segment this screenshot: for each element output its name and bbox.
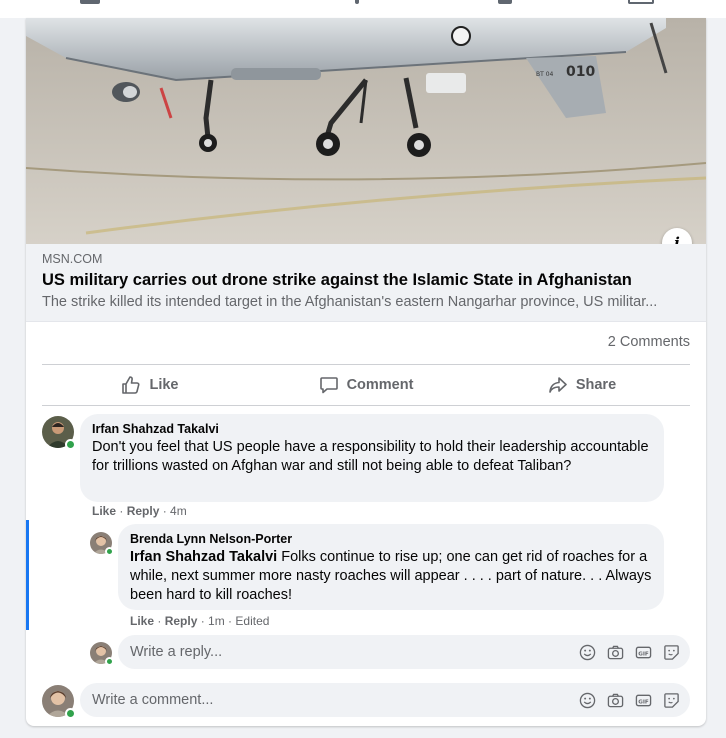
nav-icon-fragment[interactable] [498, 0, 512, 4]
gif-icon[interactable]: GIF [634, 643, 652, 661]
avatar[interactable] [90, 532, 114, 556]
comment-text: Don't you feel that US people have a res… [92, 439, 649, 474]
online-indicator [65, 708, 76, 719]
sticker-icon[interactable] [662, 691, 680, 709]
online-indicator [105, 547, 114, 556]
comment-reply-link[interactable]: Reply [127, 504, 160, 518]
sticker-icon[interactable] [662, 643, 680, 661]
reply-input-placeholder[interactable]: Write a reply... [130, 644, 578, 660]
comment-bubble: Irfan Shahzad Takalvi Don't you feel tha… [80, 414, 664, 502]
like-label: Like [149, 377, 179, 393]
reply-meta: Like · Reply · 1m · Edited [130, 614, 270, 628]
camera-icon[interactable] [606, 643, 624, 661]
link-preview-meta[interactable]: MSN.COM US military carries out drone st… [26, 244, 706, 322]
comment-like-link[interactable]: Like [92, 504, 116, 518]
comment-meta: Like · Reply · 4m [92, 504, 187, 518]
online-indicator [65, 439, 76, 450]
reply-input[interactable]: Write a reply... GIF [118, 635, 690, 669]
svg-text:010: 010 [566, 64, 595, 80]
share-label: Share [575, 377, 617, 393]
comment-input-placeholder[interactable]: Write a comment... [92, 692, 578, 708]
link-domain: MSN.COM [42, 252, 103, 266]
nav-icon-fragment[interactable] [628, 0, 654, 4]
avatar [90, 642, 114, 666]
comment-button[interactable]: Comment [258, 365, 474, 405]
reply-edited[interactable]: Edited [235, 614, 269, 628]
reply-mention[interactable]: Irfan Shahzad Takalvi [130, 549, 277, 565]
like-button[interactable]: Like [42, 365, 258, 405]
emoji-icon[interactable] [578, 691, 596, 709]
comment-label: Comment [346, 377, 414, 393]
comment-time[interactable]: 4m [170, 504, 187, 518]
svg-text:GIF: GIF [638, 651, 649, 657]
link-title[interactable]: US military carries out drone strike aga… [42, 271, 690, 290]
share-icon [549, 377, 567, 393]
gif-icon[interactable]: GIF [634, 691, 652, 709]
reply-text: Irfan Shahzad Takalvi Folks continue to … [130, 548, 652, 605]
post-action-bar: Like Comment Share [42, 364, 690, 406]
reply-like-link[interactable]: Like [130, 614, 154, 628]
comment-author[interactable]: Irfan Shahzad Takalvi [92, 422, 652, 436]
comment-icon [319, 377, 338, 394]
emoji-icon[interactable] [578, 643, 596, 661]
comment-input[interactable]: Write a comment... GIF [80, 683, 690, 717]
avatar[interactable] [42, 416, 76, 450]
camera-icon[interactable] [606, 691, 624, 709]
online-indicator [105, 657, 114, 666]
nav-icon-fragment[interactable] [80, 0, 100, 4]
share-button[interactable]: Share [474, 365, 690, 405]
post-card: 010 BT 04 i MSN.COM US military carries … [26, 18, 706, 726]
thread-indicator [26, 520, 29, 630]
link-preview-image[interactable]: 010 BT 04 [26, 18, 706, 244]
link-description: The strike killed its intended target in… [42, 294, 658, 310]
nav-icon-fragment[interactable] [355, 0, 359, 4]
top-nav-bar [0, 0, 726, 18]
comments-count[interactable]: 2 Comments [608, 334, 690, 350]
reply-time[interactable]: 1m [208, 614, 225, 628]
avatar [42, 685, 76, 719]
svg-text:GIF: GIF [638, 699, 649, 705]
reply-reply-link[interactable]: Reply [165, 614, 198, 628]
reply-bubble: Brenda Lynn Nelson-Porter Irfan Shahzad … [118, 524, 664, 610]
svg-text:BT 04: BT 04 [536, 71, 554, 78]
reply-author[interactable]: Brenda Lynn Nelson-Porter [130, 532, 652, 546]
like-icon [122, 376, 140, 394]
